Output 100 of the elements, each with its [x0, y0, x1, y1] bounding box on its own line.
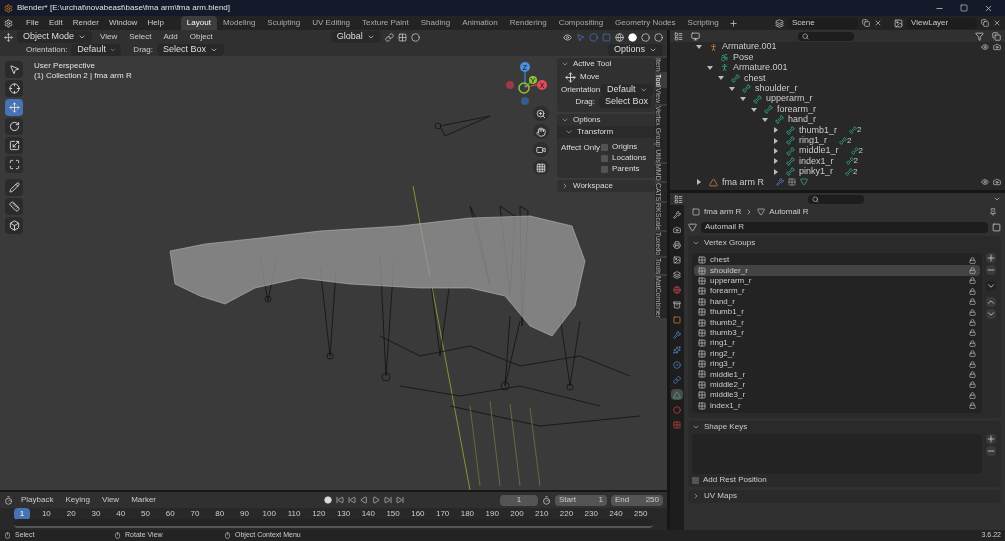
options-dropdown[interactable]: Options: [607, 44, 663, 56]
properties-tab[interactable]: [671, 299, 683, 310]
vertex-group-item[interactable]: ring1_r: [694, 338, 980, 349]
workspace-tab[interactable]: Scripting: [681, 16, 725, 30]
chevron-down-icon[interactable]: [986, 281, 996, 291]
camera-icon[interactable]: [993, 178, 1001, 187]
drag-dropdown[interactable]: Select Box: [156, 44, 224, 56]
proportional-icon[interactable]: [410, 32, 420, 42]
menu-item[interactable]: Add: [159, 31, 182, 43]
maximize-icon[interactable]: [960, 3, 968, 12]
play-icon[interactable]: [372, 496, 381, 504]
panel-header[interactable]: Options: [557, 114, 655, 126]
lock-icon[interactable]: [969, 371, 976, 378]
collapsed-triangle-icon[interactable]: [696, 179, 702, 186]
remove-icon[interactable]: [986, 265, 996, 275]
menu-item[interactable]: Render: [67, 17, 104, 29]
menu-item[interactable]: Playback: [17, 494, 58, 506]
play-reverse-icon[interactable]: [360, 496, 369, 504]
vertex-group-item[interactable]: thumb2_r: [694, 317, 980, 328]
scene-field[interactable]: Scene: [788, 17, 858, 29]
jump-to-end-icon[interactable]: [396, 496, 405, 504]
panel-header[interactable]: Shape Keys: [688, 420, 1001, 434]
vertex-group-item[interactable]: index1_r: [694, 400, 980, 411]
workspace-tab[interactable]: Modeling: [216, 16, 262, 30]
chevron-down-icon[interactable]: [993, 195, 1001, 203]
tool-button[interactable]: [5, 80, 23, 97]
workspace-tab[interactable]: Animation: [456, 16, 504, 30]
menu-item[interactable]: Select: [125, 31, 156, 43]
vertex-group-item[interactable]: upperarm_r: [694, 275, 980, 287]
transform-dropdown[interactable]: Global: [330, 31, 381, 43]
lock-icon[interactable]: [969, 339, 976, 347]
lock-icon[interactable]: [969, 402, 976, 410]
previous-keyframe-icon[interactable]: [348, 496, 357, 504]
pin-icon[interactable]: [989, 207, 997, 216]
workspace-tab[interactable]: Texture Paint: [356, 16, 415, 30]
search-field[interactable]: [798, 31, 854, 41]
tree-item-label[interactable]: hand_r: [788, 113, 817, 127]
expanded-triangle-icon[interactable]: [718, 75, 724, 82]
workspace-tab[interactable]: Sculpting: [261, 16, 307, 30]
start-frame-field[interactable]: Start 1: [555, 494, 607, 506]
properties-tab[interactable]: [671, 239, 683, 250]
collapsed-triangle-icon[interactable]: [773, 148, 779, 155]
workspace-tab[interactable]: Compositing: [552, 16, 610, 30]
display-mode-icon[interactable]: [674, 31, 683, 41]
copy-icon[interactable]: [862, 19, 870, 27]
grid-icon[interactable]: [533, 160, 549, 175]
workspace-tab[interactable]: Layout: [180, 16, 217, 30]
menu-item[interactable]: View: [96, 31, 122, 43]
add-icon[interactable]: [986, 253, 996, 263]
checkbox[interactable]: [601, 143, 608, 151]
lock-icon[interactable]: [969, 298, 976, 306]
timeline-ruler[interactable]: 1 10 20 30 40 50 60 70 80 90 100 110 120 130 140 150 160 170 180 190 200 210 220 230 240 250: [0, 508, 667, 530]
vertex-group-item[interactable]: middle1_r: [694, 369, 980, 380]
visibility-icon[interactable]: [563, 32, 572, 42]
tool-button[interactable]: [5, 137, 23, 154]
lock-icon[interactable]: [969, 287, 976, 295]
subpanel-header[interactable]: Transform: [557, 126, 655, 138]
panel-header[interactable]: UV Maps: [688, 489, 741, 503]
lock-icon[interactable]: [969, 277, 976, 285]
vertex-group-item[interactable]: ring3_r: [694, 358, 980, 370]
properties-tab[interactable]: [671, 209, 683, 220]
tool-button[interactable]: [5, 118, 23, 135]
properties-tab[interactable]: [671, 359, 683, 370]
lock-icon[interactable]: [969, 350, 976, 358]
lock-icon[interactable]: [969, 329, 976, 337]
mode-dropdown[interactable]: Object Mode: [17, 31, 93, 43]
lock-icon[interactable]: [969, 308, 976, 316]
tool-button[interactable]: [5, 61, 23, 78]
collapsed-triangle-icon[interactable]: [773, 137, 779, 144]
properties-tab[interactable]: [671, 254, 683, 265]
vertex-group-item[interactable]: ring2_r: [694, 348, 980, 359]
menu-item[interactable]: Help: [142, 17, 169, 29]
properties-tab[interactable]: [671, 224, 683, 235]
view-layer-icon[interactable]: [894, 18, 903, 28]
workspace-tab[interactable]: Rendering: [503, 16, 553, 30]
properties-tab[interactable]: [671, 344, 683, 355]
orientation-dropdown[interactable]: Default: [71, 44, 122, 56]
menu-item[interactable]: File: [21, 17, 44, 29]
expanded-triangle-icon[interactable]: [696, 44, 702, 51]
vertex-group-item[interactable]: forearm_r: [694, 286, 980, 297]
expanded-triangle-icon[interactable]: [707, 64, 713, 71]
collapsed-triangle-icon[interactable]: [773, 158, 779, 165]
drag-dropdown[interactable]: Select Box: [599, 96, 651, 108]
menu-item[interactable]: Object: [185, 31, 217, 43]
eye-icon[interactable]: [981, 43, 989, 52]
camera-icon[interactable]: [533, 142, 549, 157]
expanded-triangle-icon[interactable]: [729, 85, 735, 92]
move-down-icon[interactable]: [986, 309, 996, 319]
lock-icon[interactable]: [969, 381, 976, 389]
tool-button[interactable]: [5, 198, 23, 215]
panel-header[interactable]: Vertex Groups: [688, 236, 1001, 249]
end-frame-field[interactable]: End 250: [611, 494, 663, 506]
tool-button[interactable]: [5, 99, 23, 116]
rendered-icon[interactable]: [654, 32, 663, 42]
copy-icon[interactable]: [981, 19, 989, 27]
properties-tab[interactable]: [671, 269, 683, 280]
current-frame-field[interactable]: 1: [500, 494, 538, 506]
workspace-tab[interactable]: UV Editing: [306, 16, 357, 30]
close-icon[interactable]: [984, 3, 993, 13]
vertex-group-item[interactable]: thumb3_r: [694, 327, 980, 339]
